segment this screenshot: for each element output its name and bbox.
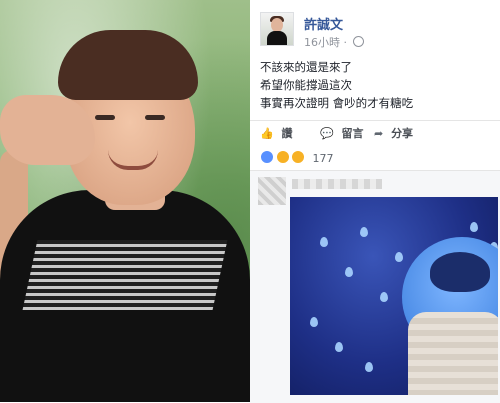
tear-drop <box>365 362 373 372</box>
peace-sign-hand <box>0 95 95 165</box>
post-line-2: 希望你能撐過這次 <box>260 78 352 92</box>
facebook-post: 許誠文 16小時 · 不該來的還是來了 希望你能撐過這次 事實再次證明 會吵的才… <box>250 0 500 403</box>
share-button[interactable]: ➦ 分享 <box>374 125 413 141</box>
commenter-avatar-blurred[interactable] <box>258 177 286 205</box>
like-label: 讚 <box>281 127 293 140</box>
comment-label: 留言 <box>341 127 364 140</box>
globe-icon <box>352 36 364 47</box>
right-eye <box>145 115 165 120</box>
profile-photo <box>0 0 250 402</box>
commenter-name-blurred[interactable] <box>292 179 382 189</box>
tear-drop <box>335 342 343 352</box>
post-text: 不該來的還是來了 希望你能撐過這次 事實再次證明 會吵的才有糖吃 <box>260 58 490 112</box>
reaction-count: 177 <box>312 152 334 165</box>
share-icon: ➦ <box>374 127 384 140</box>
separator: · <box>343 36 348 49</box>
comment-button[interactable]: 💬 留言 <box>320 125 364 141</box>
shirt-print <box>22 240 228 310</box>
tear-drop <box>320 237 328 247</box>
tear-drop <box>360 227 368 237</box>
comment <box>250 170 500 403</box>
reactions-summary[interactable]: 177 <box>260 150 490 166</box>
post-line-3: 事實再次證明 會吵的才有糖吃 <box>260 96 414 110</box>
tear-drop <box>345 267 353 277</box>
author-avatar[interactable] <box>260 12 294 46</box>
tear-drop <box>395 252 403 262</box>
like-button[interactable]: 👍 讚 <box>260 125 293 141</box>
post-timestamp[interactable]: 16小時 <box>304 36 340 49</box>
author-name[interactable]: 許誠文 <box>304 14 343 33</box>
comment-image-sadness[interactable] <box>290 197 498 395</box>
post-meta: 16小時 · <box>304 34 364 50</box>
thumbs-up-icon: 👍 <box>260 127 274 140</box>
post-actions: 👍 讚 💬 留言 ➦ 分享 <box>250 120 500 143</box>
post-line-1: 不該來的還是來了 <box>260 60 352 74</box>
tear-drop <box>310 317 318 327</box>
post-header: 許誠文 16小時 · <box>260 10 490 50</box>
crying-mouth <box>430 252 490 292</box>
wow-reaction-icon <box>291 150 305 164</box>
tear-drop <box>470 222 478 232</box>
tear-drop <box>380 292 388 302</box>
avatar-face <box>271 18 283 32</box>
comment-icon: 💬 <box>320 127 334 140</box>
share-label: 分享 <box>391 127 414 140</box>
left-eye <box>95 115 115 120</box>
sweater <box>408 312 498 395</box>
hair <box>58 30 198 100</box>
avatar-body <box>267 31 287 45</box>
like-reaction-icon <box>260 150 274 164</box>
sad-reaction-icon <box>275 150 290 164</box>
